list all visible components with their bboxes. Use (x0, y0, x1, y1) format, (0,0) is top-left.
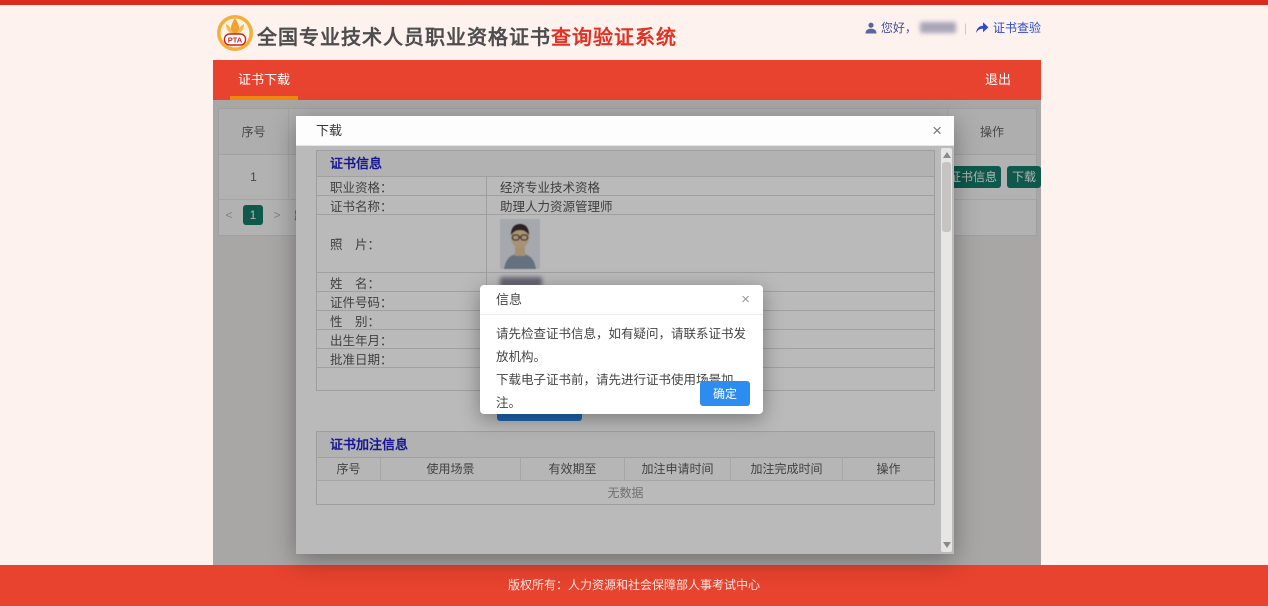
page-title: 全国专业技术人员职业资格证书查询验证系统 (257, 21, 677, 50)
cert-check-label: 证书查验 (993, 19, 1041, 36)
info-ok-button[interactable]: 确定 (700, 381, 750, 406)
main-navbar: 证书下载 退出 (213, 60, 1041, 100)
share-arrow-icon (975, 21, 989, 34)
header-separator: | (964, 21, 967, 35)
site-header: PTA 全国专业技术人员职业资格证书查询验证系统 您好， | 证书查验 (213, 5, 1041, 60)
content-area: 序号 操作 1 证书信息 下载 < 1 > 跳 下载 × (213, 100, 1041, 565)
scrollbar-down-icon[interactable] (943, 542, 951, 548)
download-modal: 下载 × 证书信息 职业资格： 经济专业技术资格 证书名称： 助理人力资源管理师 (296, 116, 954, 554)
download-modal-body: 证书信息 职业资格： 经济专业技术资格 证书名称： 助理人力资源管理师 照 片： (296, 146, 954, 554)
page-footer: 版权所有：人力资源和社会保障部人事考试中心 (0, 565, 1268, 606)
svg-text:PTA: PTA (228, 36, 243, 45)
modal-scrollbar[interactable] (941, 148, 952, 552)
info-modal-close-icon[interactable]: × (741, 285, 750, 315)
page-title-accent: 查询验证系统 (551, 27, 677, 49)
greeting-label: 您好， (881, 19, 917, 36)
scrollbar-thumb[interactable] (942, 162, 951, 232)
download-modal-header: 下载 × (296, 116, 954, 146)
page-title-main: 全国专业技术人员职业资格证书 (257, 27, 551, 49)
download-modal-title: 下载 (316, 116, 342, 146)
info-message-line1: 请先检查证书信息，如有疑问，请联系证书发放机构。 (496, 323, 753, 369)
tab-cert-download[interactable]: 证书下载 (230, 60, 298, 100)
scrollbar-up-icon[interactable] (943, 152, 951, 158)
user-icon (864, 21, 878, 35)
info-modal-title: 信息 (496, 285, 522, 315)
pta-logo-icon: PTA (216, 14, 254, 52)
info-modal: 信息 × 请先检查证书信息，如有疑问，请联系证书发放机构。 下载电子证书前，请先… (480, 285, 763, 414)
cert-check-link[interactable]: 证书查验 (975, 19, 1041, 36)
user-area: 您好， | 证书查验 (864, 19, 1041, 36)
copyright-text: 版权所有：人力资源和社会保障部人事考试中心 (0, 565, 1268, 605)
app-window: PTA 全国专业技术人员职业资格证书查询验证系统 您好， | 证书查验 证书下载… (0, 0, 1268, 606)
logout-button[interactable]: 退出 (985, 60, 1011, 100)
download-modal-close-icon[interactable]: × (932, 116, 942, 146)
info-modal-header: 信息 × (480, 285, 763, 315)
user-name-redacted (920, 22, 956, 33)
